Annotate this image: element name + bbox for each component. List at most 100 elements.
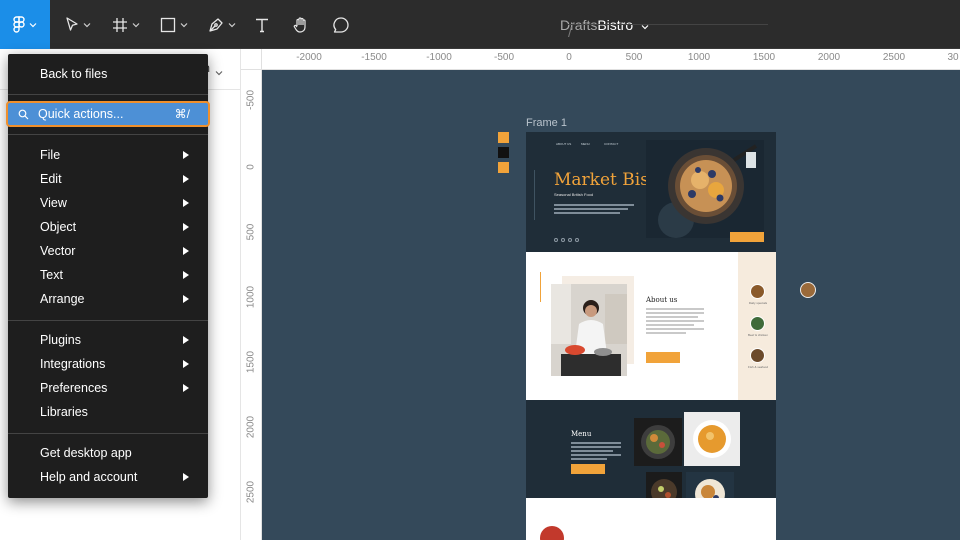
category-label: Daily specials bbox=[748, 301, 768, 305]
menu-item-text[interactable]: Text bbox=[8, 263, 208, 287]
ruler-tick-label: 0 bbox=[245, 164, 257, 170]
ruler-tick-label: -1000 bbox=[426, 52, 452, 63]
menu-item-arrange[interactable]: Arrange bbox=[8, 287, 208, 311]
ruler-tick-label: -2000 bbox=[296, 52, 322, 63]
menu-item-label: Preferences bbox=[40, 381, 108, 395]
menu-item-label: Integrations bbox=[40, 357, 106, 371]
menu-item-help-and-account[interactable]: Help and account bbox=[8, 465, 208, 489]
ruler-tick-label: 1000 bbox=[245, 285, 257, 309]
search-icon bbox=[18, 109, 29, 123]
menu-item-view[interactable]: View bbox=[8, 191, 208, 215]
menu-item-label: Libraries bbox=[40, 405, 88, 419]
menu-item-edit[interactable]: Edit bbox=[8, 167, 208, 191]
about-paragraph bbox=[646, 308, 704, 336]
chevron-right-icon bbox=[183, 271, 189, 279]
color-swatch-black[interactable] bbox=[498, 147, 509, 158]
chevron-down-icon[interactable] bbox=[215, 63, 223, 81]
ruler-tick-label: 1000 bbox=[687, 52, 711, 63]
floating-food-thumbnail[interactable] bbox=[800, 282, 816, 298]
comment-tool-button[interactable] bbox=[328, 0, 354, 49]
menu-item-libraries[interactable]: Libraries bbox=[8, 400, 208, 424]
menu-item-label: Edit bbox=[40, 172, 62, 186]
ruler-tick-label: 0 bbox=[566, 52, 572, 63]
ruler-tick-label: -500 bbox=[493, 52, 515, 63]
menu-item-integrations[interactable]: Integrations bbox=[8, 352, 208, 376]
chevron-right-icon bbox=[183, 473, 189, 481]
chevron-down-icon bbox=[228, 22, 236, 28]
menu-separator bbox=[8, 134, 208, 135]
keyboard-shortcut: ⌘/ bbox=[174, 107, 190, 121]
menu-item-label: Text bbox=[40, 268, 63, 282]
menu-item-plugins[interactable]: Plugins bbox=[8, 328, 208, 352]
menu-item-quick-actions[interactable]: Quick actions... ⌘/ bbox=[6, 101, 210, 127]
frame-hash-icon bbox=[112, 17, 128, 33]
menu-item-label: Plugins bbox=[40, 333, 81, 347]
menu-separator bbox=[8, 433, 208, 434]
chevron-down-icon bbox=[180, 22, 188, 28]
ruler-tick-label: 30 bbox=[947, 52, 959, 63]
menu-item-label: File bbox=[40, 148, 61, 162]
menu-item-preferences[interactable]: Preferences bbox=[8, 376, 208, 400]
top-toolbar: Drafts / Bistro bbox=[0, 0, 960, 49]
color-swatch-orange[interactable] bbox=[498, 132, 509, 143]
nav-item: CONTACT bbox=[604, 142, 619, 146]
hero-subtitle: Seasonal British Food bbox=[554, 192, 594, 197]
text-icon bbox=[254, 17, 270, 33]
hand-icon bbox=[292, 16, 310, 34]
website-frame[interactable]: ABOUT US MENU CONTACT Market Bistro Seas… bbox=[526, 132, 776, 540]
menu-item-object[interactable]: Object bbox=[8, 215, 208, 239]
ruler-corner bbox=[241, 49, 262, 70]
social-links bbox=[554, 238, 579, 242]
menu-item-label: View bbox=[40, 196, 67, 210]
chevron-down-icon bbox=[29, 22, 37, 28]
menu-item-label: Help and account bbox=[40, 470, 138, 484]
about-heading: About us bbox=[646, 296, 678, 304]
hero-cta-button bbox=[730, 232, 764, 242]
menu-separator bbox=[8, 320, 208, 321]
text-tool-button[interactable] bbox=[250, 0, 274, 49]
breadcrumb-separator: / bbox=[568, 24, 768, 40]
main-menu-button[interactable] bbox=[0, 0, 50, 49]
ruler-tick-label: 2500 bbox=[882, 52, 906, 63]
menu-item-file[interactable]: File bbox=[8, 143, 208, 167]
main-menu-dropdown: Back to files Quick actions... ⌘/ File E… bbox=[6, 54, 210, 498]
hero-food-image bbox=[646, 140, 764, 238]
accent-line bbox=[540, 272, 541, 302]
ruler-tick-label: 1500 bbox=[752, 52, 776, 63]
ruler-tick-label: 1500 bbox=[245, 350, 257, 374]
hero-section: ABOUT US MENU CONTACT Market Bistro Seas… bbox=[526, 132, 776, 252]
menu-paragraph bbox=[571, 442, 621, 462]
menu-item-vector[interactable]: Vector bbox=[8, 239, 208, 263]
menu-item-label: Get desktop app bbox=[40, 446, 132, 460]
menu-item-label: Back to files bbox=[40, 67, 108, 81]
frame-label[interactable]: Frame 1 bbox=[526, 117, 567, 129]
rectangle-icon bbox=[160, 17, 176, 33]
category-thumbnail bbox=[750, 316, 765, 331]
about-section: About us Daily specials Beef & chicken F… bbox=[526, 252, 776, 400]
ruler-tick-label: 2000 bbox=[817, 52, 841, 63]
move-tool-button[interactable] bbox=[58, 0, 98, 49]
ruler-tick-label: -1500 bbox=[361, 52, 387, 63]
shape-tool-button[interactable] bbox=[154, 0, 194, 49]
menu-separator bbox=[8, 94, 208, 95]
dish-image bbox=[634, 418, 682, 466]
chevron-right-icon bbox=[183, 199, 189, 207]
cursor-icon bbox=[65, 16, 79, 33]
chevron-right-icon bbox=[183, 151, 189, 159]
vertical-ruler: -500 0 500 1000 1500 2000 2500 bbox=[241, 70, 262, 540]
menu-item-get-desktop-app[interactable]: Get desktop app bbox=[8, 441, 208, 465]
design-canvas[interactable]: Frame 1 ABOUT US MENU CONTACT Market Bis… bbox=[262, 70, 960, 540]
category-label: Fish & seafood bbox=[747, 365, 768, 369]
comment-icon bbox=[332, 16, 350, 34]
menu-item-back-to-files[interactable]: Back to files bbox=[8, 62, 208, 86]
hand-tool-button[interactable] bbox=[288, 0, 314, 49]
footer-section bbox=[526, 498, 776, 540]
about-button bbox=[646, 352, 680, 363]
category-thumbnail bbox=[750, 348, 765, 363]
menu-item-label: Quick actions... bbox=[38, 107, 124, 121]
ruler-tick-label: 500 bbox=[245, 223, 257, 241]
color-swatch-orange[interactable] bbox=[498, 162, 509, 173]
category-thumbnail bbox=[750, 284, 765, 299]
pen-tool-button[interactable] bbox=[202, 0, 242, 49]
frame-tool-button[interactable] bbox=[106, 0, 146, 49]
